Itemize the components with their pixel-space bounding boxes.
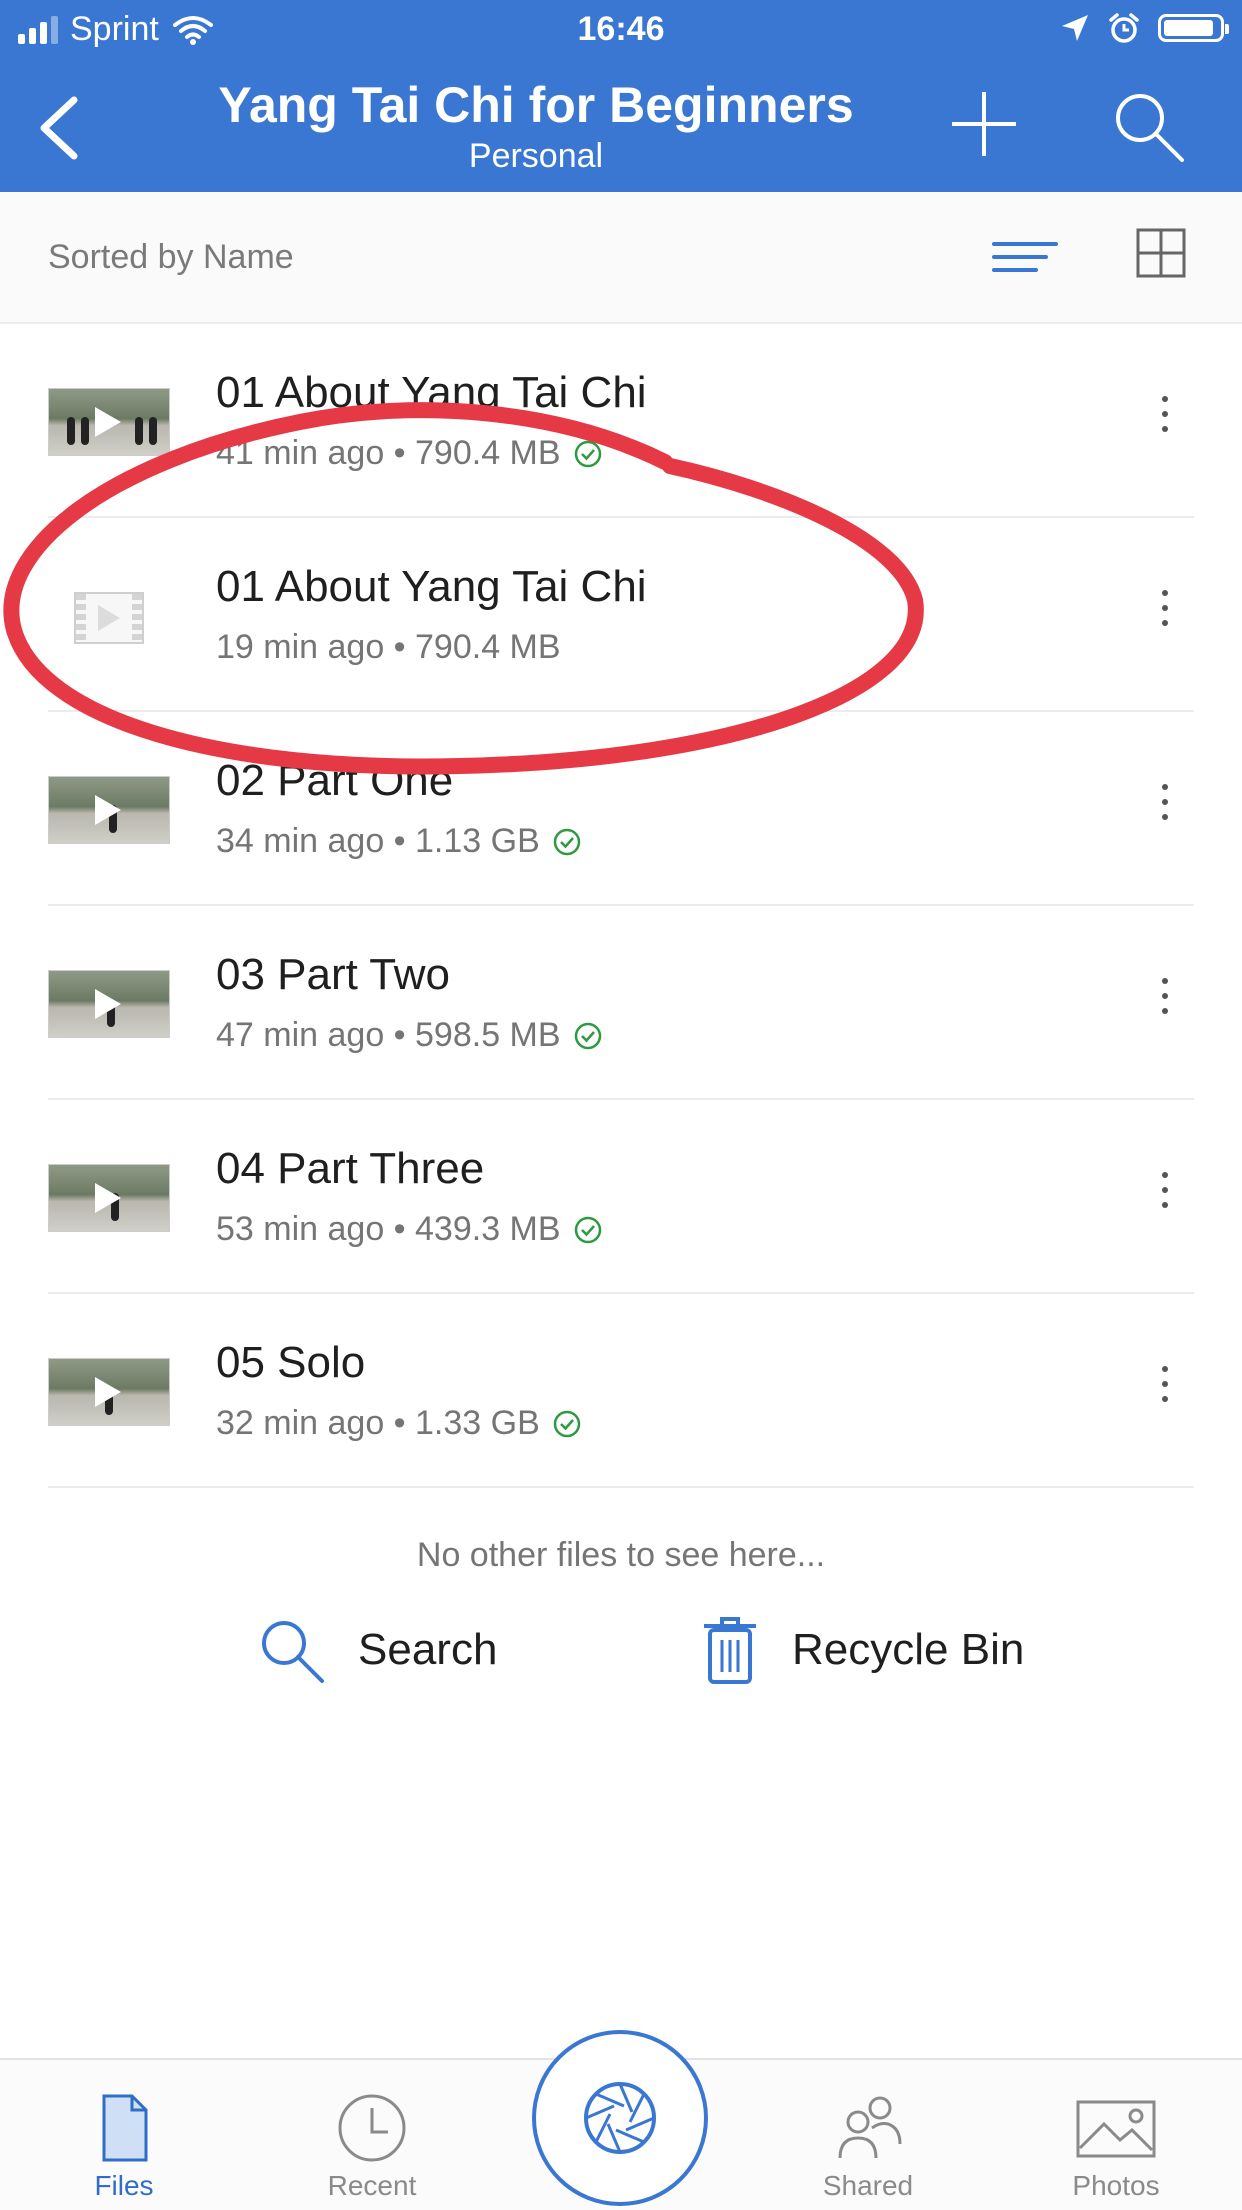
file-meta-text: 34 min ago • 1.13 GB [216, 822, 540, 860]
video-thumbnail [48, 1164, 170, 1232]
trash-icon [704, 1617, 756, 1684]
play-icon [98, 605, 120, 631]
file-meta: 41 min ago • 790.4 MB [216, 434, 603, 473]
recycle-bin-label: Recycle Bin [792, 1625, 1025, 1674]
location-icon [1062, 15, 1088, 41]
tab-label: Files [94, 2170, 154, 2201]
file-row[interactable]: 03 Part Two 47 min ago • 598.5 MB [0, 906, 1242, 1100]
camera-shutter-icon [584, 2082, 656, 2154]
file-meta-text: 32 min ago • 1.33 GB [216, 1404, 540, 1442]
synced-check-icon [574, 440, 601, 467]
status-right [1060, 12, 1229, 44]
file-meta-text: 47 min ago • 598.5 MB [216, 1016, 561, 1054]
grid-view-icon[interactable] [1136, 228, 1186, 278]
synced-check-icon [553, 828, 581, 855]
synced-check-icon [574, 1022, 601, 1049]
status-time: 16:46 [577, 10, 665, 48]
more-options-icon[interactable] [1150, 784, 1180, 834]
file-meta: 34 min ago • 1.13 GB [216, 822, 582, 861]
file-meta: 53 min ago • 439.3 MB [216, 1210, 603, 1249]
file-meta-text: 19 min ago • 790.4 MB [216, 628, 561, 666]
file-list: 01 About Yang Tai Chi 41 min ago • 790.4… [0, 324, 1242, 1488]
tab-label: Recent [327, 2170, 417, 2201]
more-options-icon[interactable] [1150, 1172, 1180, 1222]
empty-note: No other files to see here... [416, 1536, 826, 1574]
video-thumbnail [48, 776, 170, 844]
file-name: 01 About Yang Tai Chi [216, 368, 647, 417]
play-icon [95, 1183, 121, 1213]
file-row[interactable]: 04 Part Three 53 min ago • 439.3 MB [0, 1100, 1242, 1294]
file-row[interactable]: 05 Solo 32 min ago • 1.33 GB [0, 1294, 1242, 1488]
tab-photos[interactable]: Photos [1016, 2060, 1216, 2210]
back-button[interactable] [30, 88, 90, 168]
row-divider [48, 1486, 1194, 1488]
people-icon [838, 2096, 902, 2159]
synced-check-icon [574, 1216, 601, 1243]
more-options-icon[interactable] [1150, 1366, 1180, 1416]
video-thumbnail [48, 1358, 170, 1426]
file-icon [102, 2094, 148, 2162]
search-link[interactable]: Search [256, 1610, 497, 1690]
sort-label[interactable]: Sorted by Name [48, 238, 294, 277]
play-icon [95, 1377, 121, 1407]
play-icon [95, 989, 121, 1019]
file-name: 04 Part Three [216, 1144, 485, 1193]
video-thumbnail [48, 970, 170, 1038]
tab-label: Shared [822, 2170, 914, 2201]
synced-check-icon [553, 1410, 581, 1437]
file-row[interactable]: 01 About Yang Tai Chi 19 min ago • 790.4… [0, 518, 1242, 712]
search-button[interactable] [1110, 88, 1186, 164]
battery-icon [1158, 14, 1229, 42]
video-placeholder-icon [74, 592, 144, 644]
add-button[interactable] [948, 88, 1020, 160]
camera-button[interactable] [532, 2030, 708, 2206]
play-icon [95, 795, 121, 825]
tab-shared[interactable]: Shared [768, 2060, 968, 2210]
file-meta: 47 min ago • 598.5 MB [216, 1016, 603, 1055]
file-meta-text: 41 min ago • 790.4 MB [216, 434, 561, 472]
file-name: 02 Part One [216, 756, 454, 805]
file-row[interactable]: 02 Part One 34 min ago • 1.13 GB [0, 712, 1242, 906]
file-name: 03 Part Two [216, 950, 450, 999]
app-header: Sprint 16:46 Yang Tai Chi for Beginners … [0, 0, 1242, 192]
play-icon [95, 407, 121, 437]
status-bar: Sprint 16:46 [0, 0, 1242, 62]
page-subtitle: Personal [468, 137, 604, 175]
tab-files[interactable]: Files [24, 2060, 224, 2210]
tab-label: Photos [1072, 2170, 1160, 2201]
more-options-icon[interactable] [1150, 590, 1180, 640]
search-link-label: Search [358, 1625, 498, 1674]
clock-icon [338, 2094, 406, 2162]
sort-bar: Sorted by Name [0, 192, 1242, 324]
photo-icon [1076, 2100, 1156, 2158]
file-meta: 19 min ago • 790.4 MB [216, 628, 561, 667]
video-thumbnail [48, 388, 170, 456]
file-meta-text: 53 min ago • 439.3 MB [216, 1210, 561, 1248]
file-name: 01 About Yang Tai Chi [216, 562, 647, 611]
more-options-icon[interactable] [1150, 978, 1180, 1028]
sort-order-icon[interactable] [990, 232, 1060, 282]
file-meta: 32 min ago • 1.33 GB [216, 1404, 582, 1443]
more-options-icon[interactable] [1150, 396, 1180, 446]
file-row[interactable]: 01 About Yang Tai Chi 41 min ago • 790.4… [0, 324, 1242, 518]
page-title: Yang Tai Chi for Beginners [218, 77, 854, 133]
alarm-icon [1109, 13, 1139, 43]
file-name: 05 Solo [216, 1338, 366, 1387]
tab-recent[interactable]: Recent [272, 2060, 472, 2210]
recycle-bin-link[interactable]: Recycle Bin [700, 1610, 1024, 1690]
search-icon [262, 1621, 324, 1683]
